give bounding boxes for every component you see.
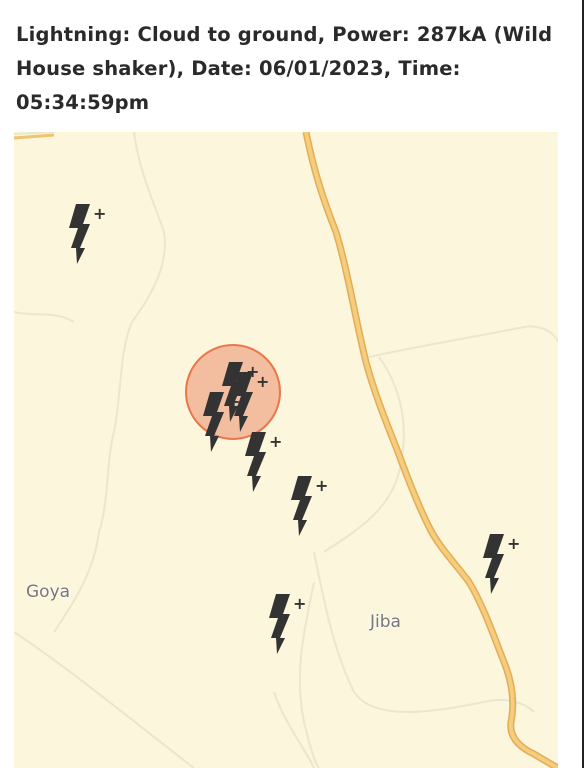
svg-text:+: + xyxy=(315,476,328,495)
main-road-casing xyxy=(302,132,558,768)
svg-text:+: + xyxy=(269,432,282,451)
strike-info-title: Lightning: Cloud to ground, Power: 287kA… xyxy=(16,23,553,114)
map-view[interactable]: Goya Jiba + + + + + + + + xyxy=(14,132,558,768)
lightning-strike-icon[interactable]: + xyxy=(266,592,306,654)
place-label-goya[interactable]: Goya xyxy=(26,582,70,602)
track xyxy=(14,132,55,135)
svg-text:+: + xyxy=(293,594,306,613)
lightning-strike-icon[interactable]: + xyxy=(66,202,106,264)
svg-text:+: + xyxy=(227,392,240,411)
svg-text:+: + xyxy=(256,372,269,391)
lightning-strike-icon[interactable]: + xyxy=(242,430,282,492)
main-road xyxy=(304,132,558,768)
track xyxy=(14,311,75,323)
track xyxy=(14,133,55,140)
track xyxy=(368,325,558,358)
track xyxy=(273,691,315,768)
place-label-jiba[interactable]: Jiba xyxy=(370,612,401,632)
svg-text:+: + xyxy=(93,204,106,223)
svg-text:+: + xyxy=(507,534,520,553)
lightning-strike-icon[interactable]: + xyxy=(200,390,240,452)
track xyxy=(323,356,405,553)
lightning-strike-icon[interactable]: + xyxy=(288,474,328,536)
lightning-strike-icon[interactable]: + xyxy=(480,532,520,594)
track xyxy=(14,631,195,768)
